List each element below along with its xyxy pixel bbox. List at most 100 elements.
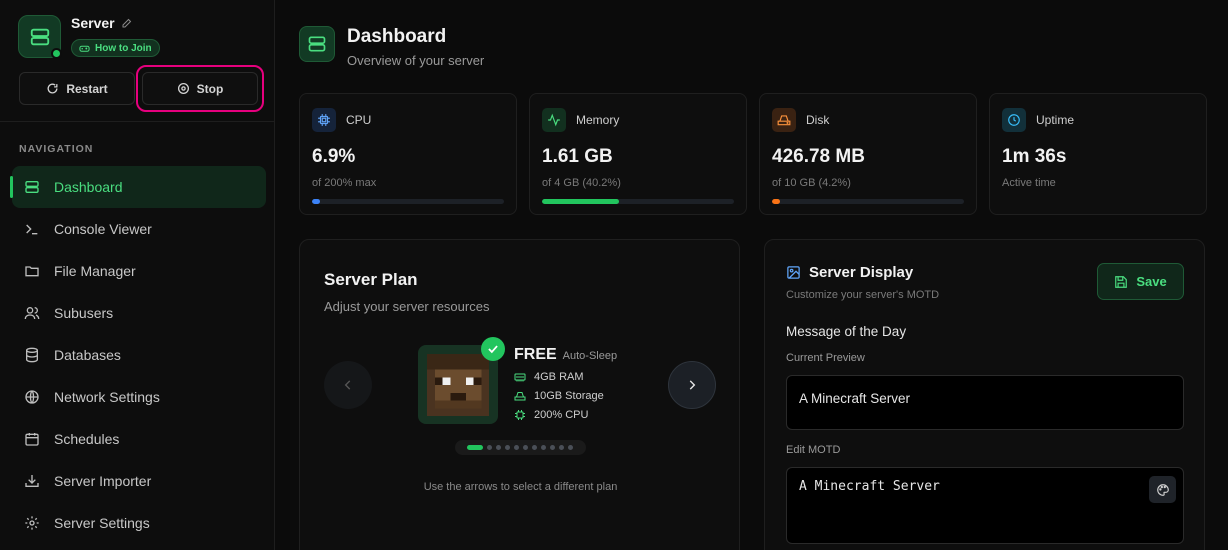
plan-info: FREE Auto-Sleep 4GB RAM 10GB Storage 200… [514,346,617,421]
progress-fill [772,199,781,204]
display-title: Server Display [809,264,914,281]
sidebar-item-dashboard[interactable]: Dashboard [10,166,266,208]
stat-subtext: of 200% max [312,177,377,189]
users-icon [24,307,40,320]
sidebar-item-schedules[interactable]: Schedules [12,418,266,460]
stat-subtext: of 10 GB (4.2%) [772,177,851,189]
stat-value: 1.61 GB [542,146,613,167]
server-icon [30,28,49,45]
sidebar-item-label: Databases [54,347,121,363]
stats-row: CPU 6.9% of 200% max Memory 1.61 GB of 4… [299,93,1207,215]
cpu-icon [318,114,330,126]
sidebar-item-label: Network Settings [54,389,160,405]
server-name: Server [71,15,115,31]
next-plan-button[interactable] [668,361,716,409]
stat-card-cpu: CPU 6.9% of 200% max [299,93,517,215]
server-icon [308,36,326,52]
pagination-dot[interactable] [559,445,564,450]
check-icon [488,345,498,354]
motd-preview: A Minecraft Server [786,375,1184,430]
chevron-left-icon [344,380,351,390]
server-icon [25,181,39,193]
progress-bar [542,199,734,204]
sidebar-item-label: Server Settings [54,515,150,531]
previous-plan-button[interactable] [324,361,372,409]
minecraft-head-icon [427,353,489,416]
progress-fill [542,199,620,204]
display-subtitle: Customize your server's MOTD [786,289,940,301]
sidebar-item-file-manager[interactable]: File Manager [12,250,266,292]
pencil-icon[interactable] [121,17,133,29]
stat-value: 6.9% [312,146,356,167]
feature-label: 200% CPU [534,409,589,421]
restart-label: Restart [66,81,108,96]
pagination-dot[interactable] [514,445,519,450]
save-button[interactable]: Save [1097,263,1184,300]
motd-section-title: Message of the Day [786,324,907,339]
plan-feature-storage: 10GB Storage [514,390,617,402]
edit-motd-label: Edit MOTD [786,444,841,456]
sidebar-item-network-settings[interactable]: Network Settings [12,376,266,418]
stat-label: Disk [806,113,830,127]
stat-card-uptime: Uptime 1m 36s Active time [989,93,1207,215]
server-avatar [18,15,62,59]
plan-feature-cpu: 200% CPU [514,409,617,421]
stat-label: CPU [346,113,372,127]
page-header: Dashboard Overview of your server [299,26,484,68]
sidebar-item-label: Dashboard [54,179,123,195]
nav-section-title: NAVIGATION [19,143,94,155]
selected-check-badge [481,337,505,361]
restart-button[interactable]: Restart [19,72,135,105]
plan-subtitle: Adjust your server resources [324,299,490,314]
cpu-icon [515,410,525,420]
sidebar-item-label: Subusers [54,305,114,321]
sidebar-item-server-settings[interactable]: Server Settings [12,502,266,544]
pagination-dot[interactable] [568,445,573,450]
plan-title: Server Plan [324,270,418,289]
sidebar-item-server-importer[interactable]: Server Importer [12,460,266,502]
sidebar-item-subusers[interactable]: Subusers [12,292,266,334]
pagination-dot[interactable] [532,445,537,450]
pagination-dot[interactable] [467,445,483,450]
refresh-icon [47,83,58,94]
feature-label: 4GB RAM [534,371,584,383]
pagination-dot[interactable] [550,445,555,450]
sidebar-divider [0,121,275,122]
stat-card-memory: Memory 1.61 GB of 4 GB (40.2%) [529,93,747,215]
stat-value: 426.78 MB [772,146,865,167]
terminal-icon [26,224,38,235]
stat-value: 1m 36s [1002,146,1067,167]
preview-label: Current Preview [786,352,865,364]
color-palette-button[interactable] [1149,476,1176,503]
hard-drive-icon [777,115,791,126]
calendar-icon [25,433,39,446]
save-label: Save [1136,274,1167,289]
pagination-dot[interactable] [496,445,501,450]
plan-hint: Use the arrows to select a different pla… [423,481,618,493]
stat-card-disk: Disk 426.78 MB of 10 GB (4.2%) [759,93,977,215]
sidebar-item-label: Console Viewer [54,221,152,237]
sidebar-item-label: Server Importer [54,473,152,489]
sidebar-item-console-viewer[interactable]: Console Viewer [12,208,266,250]
motd-edit-value: A Minecraft Server [799,479,940,494]
how-to-join-button[interactable]: How to Join [71,39,160,57]
stat-subtext: Active time [1002,177,1056,189]
sidebar-item-databases[interactable]: Databases [12,334,266,376]
pagination-dot[interactable] [505,445,510,450]
stat-label: Memory [576,113,620,127]
plan-feature-ram: 4GB RAM [514,371,617,383]
feature-label: 10GB Storage [534,390,604,402]
motd-edit-textarea[interactable]: A Minecraft Server [786,467,1184,544]
progress-bar [312,199,504,204]
activity-icon [548,113,560,127]
pagination-dot[interactable] [541,445,546,450]
sidebar-item-label: Schedules [54,431,120,447]
stat-subtext: of 4 GB (40.2%) [542,177,621,189]
pagination-dot[interactable] [487,445,492,450]
save-icon [1115,275,1128,288]
clock-icon [1008,114,1020,126]
page-title: Dashboard [347,26,447,47]
progress-fill [312,199,320,204]
sidebar: Server How to Join Restart Stop NAVIGATI… [0,0,275,550]
pagination-dot[interactable] [523,445,528,450]
